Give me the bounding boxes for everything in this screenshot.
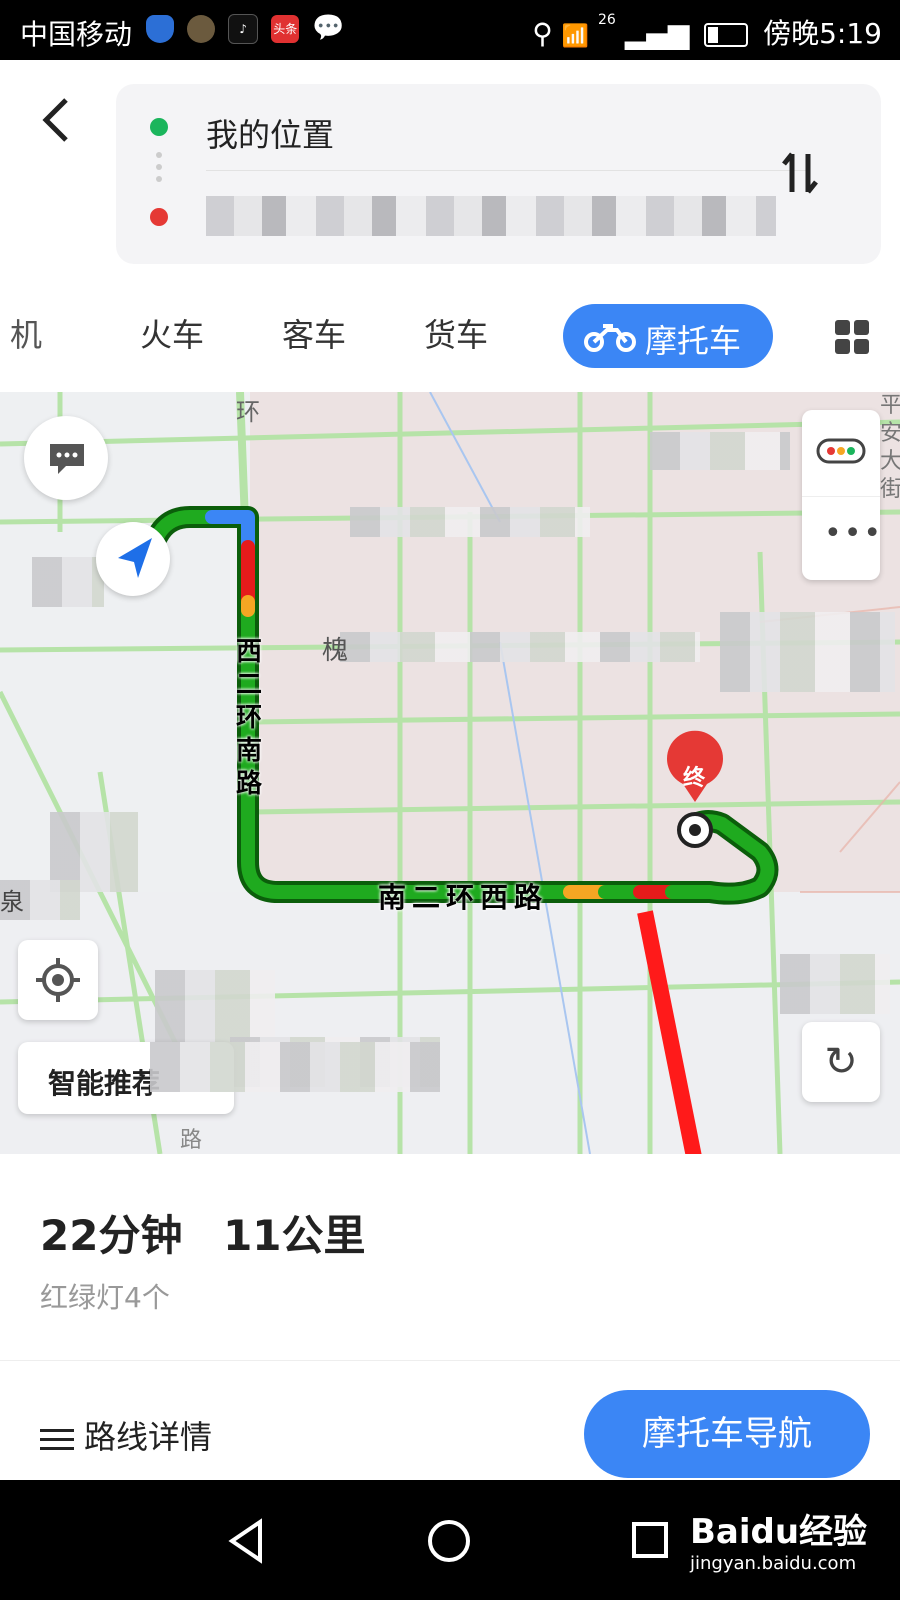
home-nav-icon[interactable]: [426, 1518, 472, 1564]
watermark-brand: Baidu经验: [690, 1512, 868, 1552]
list-icon: [40, 1423, 74, 1456]
traffic-light-icon[interactable]: [816, 436, 866, 466]
swap-icon[interactable]: [780, 150, 820, 207]
tab-plane[interactable]: 机: [10, 310, 42, 356]
route-details-button[interactable]: 路线详情: [40, 1412, 212, 1458]
destination-field[interactable]: [206, 196, 776, 236]
motorcycle-navigation-button[interactable]: 摩托车导航: [584, 1390, 870, 1478]
route-details-label: 路线详情: [84, 1418, 213, 1456]
more-icon[interactable]: •••: [824, 516, 883, 551]
map-text: 环: [236, 398, 260, 426]
motorcycle-icon: [584, 324, 636, 352]
back-nav-icon[interactable]: [226, 1518, 266, 1564]
locate-button[interactable]: [18, 940, 98, 1020]
divider: [206, 170, 806, 171]
connector-dots: [156, 152, 162, 188]
end-dot-icon: [150, 208, 168, 226]
route-label-horizontal: 南二环西路: [378, 881, 549, 914]
shield-icon: [146, 15, 174, 43]
map-text: 泉: [0, 888, 24, 916]
route-info-panel: 22分钟 11公里 红绿灯4个 路线详情 摩托车导航: [0, 1154, 900, 1480]
toutiao-icon: 头条: [271, 15, 300, 43]
map-tools-panel: •••: [802, 410, 883, 580]
signal-icon: ▂▄▆: [624, 17, 690, 50]
transport-tabs: 机 火车 客车 货车 摩托车: [0, 290, 900, 382]
map-view[interactable]: 环 槐 泉 路 平安大街 西二环南路 南二环西路 终 ••• 智能推荐 ↻: [0, 392, 900, 1154]
chat-icon: [50, 444, 84, 474]
chat-bubble-icon: 💬: [312, 13, 345, 43]
system-nav-bar: Baidu经验 jingyan.baidu.com: [0, 1480, 900, 1600]
refresh-icon[interactable]: ↻: [802, 1022, 880, 1102]
end-marker-label: 终: [683, 766, 706, 791]
divider: [0, 1360, 900, 1361]
notification-icons: ♪ 头条 💬: [146, 14, 348, 44]
status-bar: 中国移动 ♪ 头条 💬 ⚲ 📶 26 ▂▄▆ 傍晚5:19: [0, 0, 900, 60]
location-pin-icon: ⚲: [532, 17, 553, 50]
tab-truck[interactable]: 货车: [424, 310, 488, 356]
grid-menu-icon[interactable]: [835, 320, 869, 354]
address-panel: 我的位置: [116, 84, 881, 264]
route-duration: 22分钟: [40, 1211, 183, 1260]
carrier-name: 中国移动: [20, 18, 133, 51]
watermark: Baidu经验 jingyan.baidu.com: [690, 1504, 867, 1574]
route-summary: 22分钟 11公里: [40, 1202, 392, 1263]
watermark-url: jingyan.baidu.com: [690, 1553, 857, 1574]
traffic-light-count: 红绿灯4个: [40, 1281, 170, 1314]
back-icon[interactable]: [38, 96, 78, 146]
start-location-field[interactable]: 我的位置: [206, 110, 334, 156]
crosshair-icon: [36, 958, 80, 1002]
tab-motorcycle[interactable]: 摩托车: [563, 304, 773, 368]
feedback-button[interactable]: [24, 416, 108, 500]
signal-label: 26: [597, 12, 616, 28]
route-distance: 11公里: [223, 1211, 366, 1260]
tab-train[interactable]: 火车: [140, 310, 204, 356]
start-dot-icon: [150, 118, 168, 136]
clock-icon: [187, 15, 216, 43]
tab-coach[interactable]: 客车: [282, 310, 346, 356]
my-location-marker: [96, 522, 170, 596]
map-text: 槐: [322, 636, 349, 666]
battery-icon: [704, 23, 749, 47]
recents-nav-icon[interactable]: [630, 1520, 670, 1560]
road-side-label: 平安大街: [880, 393, 900, 502]
divider: [802, 496, 880, 497]
clock-time: 傍晚5:19: [763, 17, 882, 50]
map-text: 路: [180, 1128, 203, 1153]
tiktok-icon: ♪: [228, 14, 259, 44]
tab-motorcycle-label: 摩托车: [645, 322, 742, 360]
route-label-vertical: 西二环南路: [236, 637, 263, 799]
navigation-arrow-icon: [118, 538, 152, 578]
status-right: ⚲ 📶 26 ▂▄▆ 傍晚5:19: [532, 12, 882, 52]
smart-recommend-label: 智能推荐: [48, 1067, 161, 1100]
wifi-icon: 📶: [561, 24, 590, 49]
